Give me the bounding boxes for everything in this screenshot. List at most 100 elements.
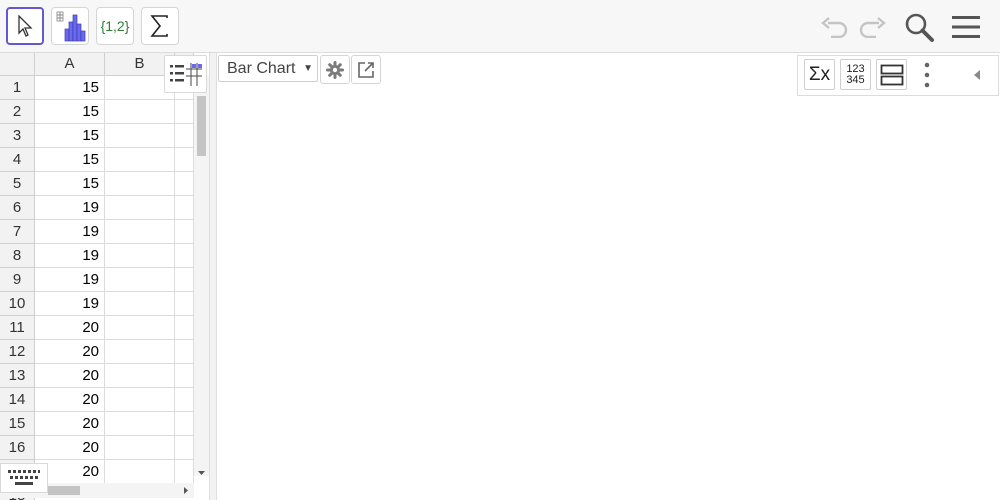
stacked-layout-button[interactable] [876,59,907,90]
row-header[interactable]: 12 [0,340,35,364]
undo-icon [821,17,848,38]
undo-button[interactable] [818,8,852,46]
row-header[interactable]: 16 [0,436,35,460]
cell-b10[interactable] [105,292,175,316]
cell-b16[interactable] [105,436,175,460]
row-header[interactable]: 11 [0,316,35,340]
row-header[interactable]: 5 [0,172,35,196]
cell-a15[interactable]: 20 [35,412,105,436]
row-header[interactable]: 1 [0,76,35,100]
row-header[interactable]: 9 [0,268,35,292]
cell-c16[interactable] [175,436,194,460]
chart-settings-button[interactable] [320,55,350,84]
row-header[interactable]: 4 [0,148,35,172]
cell-c6[interactable] [175,196,194,220]
statistics-icon: Σx [808,63,831,85]
sum-tool-button[interactable] [141,7,179,45]
scroll-down-arrow-icon[interactable] [194,468,209,478]
move-tool-button[interactable] [6,7,44,45]
cell-a5[interactable]: 15 [35,172,105,196]
cell-b6[interactable] [105,196,175,220]
cell-c11[interactable] [175,316,194,340]
data-source-label-top: 123 [846,62,865,75]
cell-a9[interactable]: 19 [35,268,105,292]
scroll-right-arrow-icon[interactable] [181,483,191,498]
column-header-a[interactable]: A [35,53,105,76]
cell-a4[interactable]: 15 [35,148,105,172]
cell-c10[interactable] [175,292,194,316]
cell-c9[interactable] [175,268,194,292]
row-header[interactable]: 8 [0,244,35,268]
cell-b12[interactable] [105,340,175,364]
row-header[interactable]: 3 [0,124,35,148]
redo-button[interactable] [855,8,889,46]
vertical-scroll-thumb[interactable] [197,96,206,156]
row-header[interactable]: 7 [0,220,35,244]
show-statistics-button[interactable]: Σx [804,59,835,90]
cell-c5[interactable] [175,172,194,196]
cell-b8[interactable] [105,244,175,268]
cell-a2[interactable]: 15 [35,100,105,124]
row-header[interactable]: 15 [0,412,35,436]
create-list-tool-button[interactable]: {1,2} [96,7,134,45]
cell-a14[interactable]: 20 [35,388,105,412]
corner-cell [0,53,35,76]
cell-a12[interactable]: 20 [35,340,105,364]
cell-b13[interactable] [105,364,175,388]
vertical-scrollbar[interactable] [194,76,209,476]
cell-b11[interactable] [105,316,175,340]
cell-b17[interactable] [105,460,175,484]
main-menu-button[interactable] [948,8,984,46]
cell-c4[interactable] [175,148,194,172]
export-chart-button[interactable] [351,55,381,84]
row-header[interactable]: 13 [0,364,35,388]
more-options-button[interactable] [916,59,938,90]
row-header[interactable]: 14 [0,388,35,412]
spreadsheet-layout-button[interactable] [164,55,207,93]
cell-c14[interactable] [175,388,194,412]
cell-a10[interactable]: 19 [35,292,105,316]
cell-c2[interactable] [175,100,194,124]
redo-icon [859,17,886,38]
cell-c15[interactable] [175,412,194,436]
cell-a3[interactable]: 15 [35,124,105,148]
histogram-icon [56,11,86,42]
cell-b2[interactable] [105,100,175,124]
cell-a7[interactable]: 19 [35,220,105,244]
cell-c17[interactable] [175,460,194,484]
keyboard-icon [8,470,40,485]
show-data-button[interactable]: 123 345 [840,59,871,90]
dropdown-arrow-icon: ▼ [303,63,313,74]
collapse-panel-button[interactable] [966,59,988,90]
cell-b4[interactable] [105,148,175,172]
cell-a13[interactable]: 20 [35,364,105,388]
one-variable-analysis-tool-button[interactable] [51,7,89,45]
cell-c8[interactable] [175,244,194,268]
keyboard-toggle-button[interactable] [0,463,48,493]
cell-a16[interactable]: 20 [35,436,105,460]
cell-b5[interactable] [105,172,175,196]
row-header[interactable]: 10 [0,292,35,316]
cell-c7[interactable] [175,220,194,244]
view-splitter[interactable] [209,53,217,500]
cell-b14[interactable] [105,388,175,412]
row-header[interactable]: 2 [0,100,35,124]
cell-b3[interactable] [105,124,175,148]
more-options-icon [924,62,930,87]
cell-a6[interactable]: 19 [35,196,105,220]
cell-c3[interactable] [175,124,194,148]
cell-a11[interactable]: 20 [35,316,105,340]
open-external-icon [358,61,374,78]
spreadsheet-layout-icon [169,63,202,86]
horizontal-scroll-thumb[interactable] [48,486,80,495]
cell-c12[interactable] [175,340,194,364]
search-button[interactable] [900,8,938,46]
cell-b7[interactable] [105,220,175,244]
cell-b15[interactable] [105,412,175,436]
row-header[interactable]: 6 [0,196,35,220]
cell-c13[interactable] [175,364,194,388]
cell-a8[interactable]: 19 [35,244,105,268]
cell-b9[interactable] [105,268,175,292]
chart-type-select[interactable]: Bar Chart ▼ [218,55,318,82]
cell-a1[interactable]: 15 [35,76,105,100]
